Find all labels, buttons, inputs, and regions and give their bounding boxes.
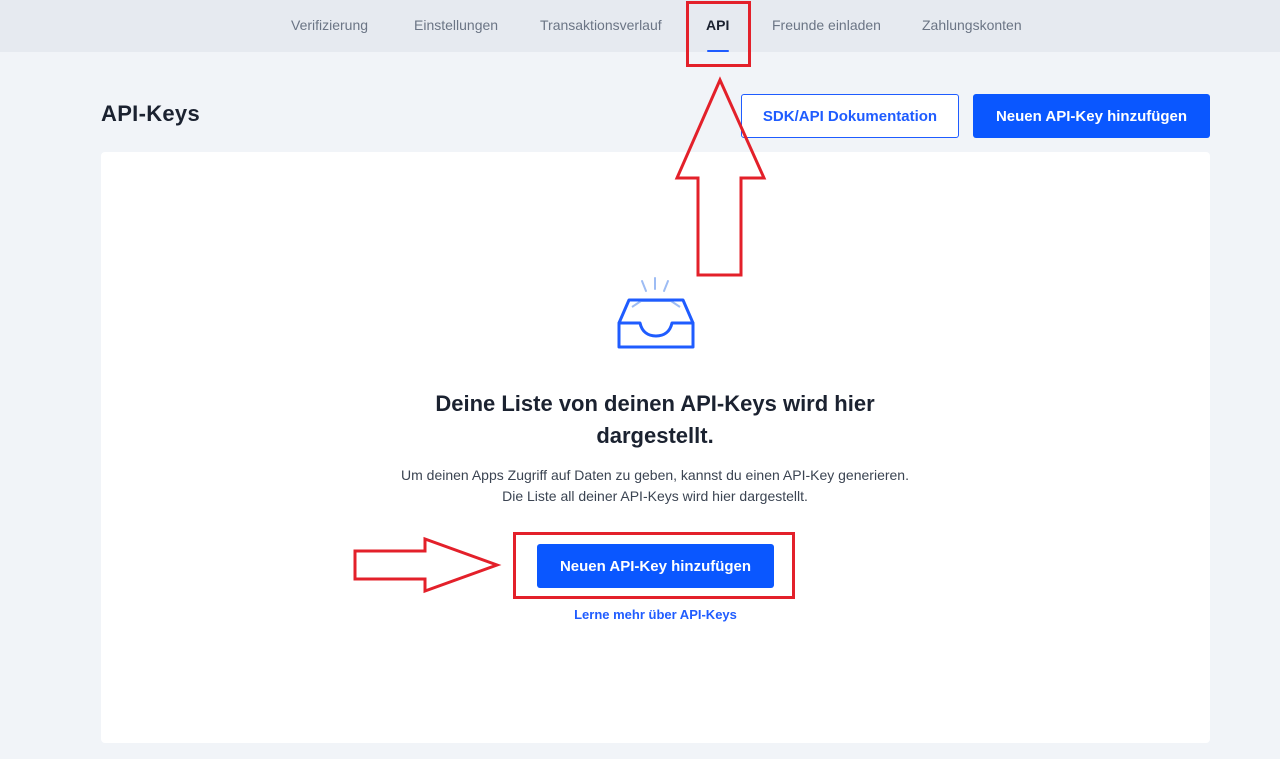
empty-state-heading: Deine Liste von deinen API-Keys wird hie… xyxy=(435,391,875,448)
top-tab-bar: Verifizierung Einstellungen Transaktions… xyxy=(0,0,1280,52)
add-api-key-button[interactable]: Neuen API-Key hinzufügen xyxy=(973,94,1210,138)
page-title: API-Keys xyxy=(101,101,200,126)
tab-verifizierung[interactable]: Verifizierung xyxy=(291,0,368,52)
sdk-api-documentation-button[interactable]: SDK/API Dokumentation xyxy=(741,94,959,138)
inbox-tray-icon xyxy=(617,277,695,349)
tab-api[interactable]: API xyxy=(706,0,729,52)
add-api-key-empty-state-button[interactable]: Neuen API-Key hinzufügen xyxy=(537,544,774,588)
tab-zahlungskonten[interactable]: Zahlungskonten xyxy=(922,0,1022,52)
tab-einstellungen[interactable]: Einstellungen xyxy=(414,0,498,52)
learn-more-api-keys-link[interactable]: Lerne mehr über API-Keys xyxy=(540,607,771,622)
tab-transaktionsverlauf[interactable]: Transaktionsverlauf xyxy=(540,0,662,52)
empty-state-description: Um deinen Apps Zugriff auf Daten zu gebe… xyxy=(401,467,909,504)
tab-freunde-einladen[interactable]: Freunde einladen xyxy=(772,0,881,52)
